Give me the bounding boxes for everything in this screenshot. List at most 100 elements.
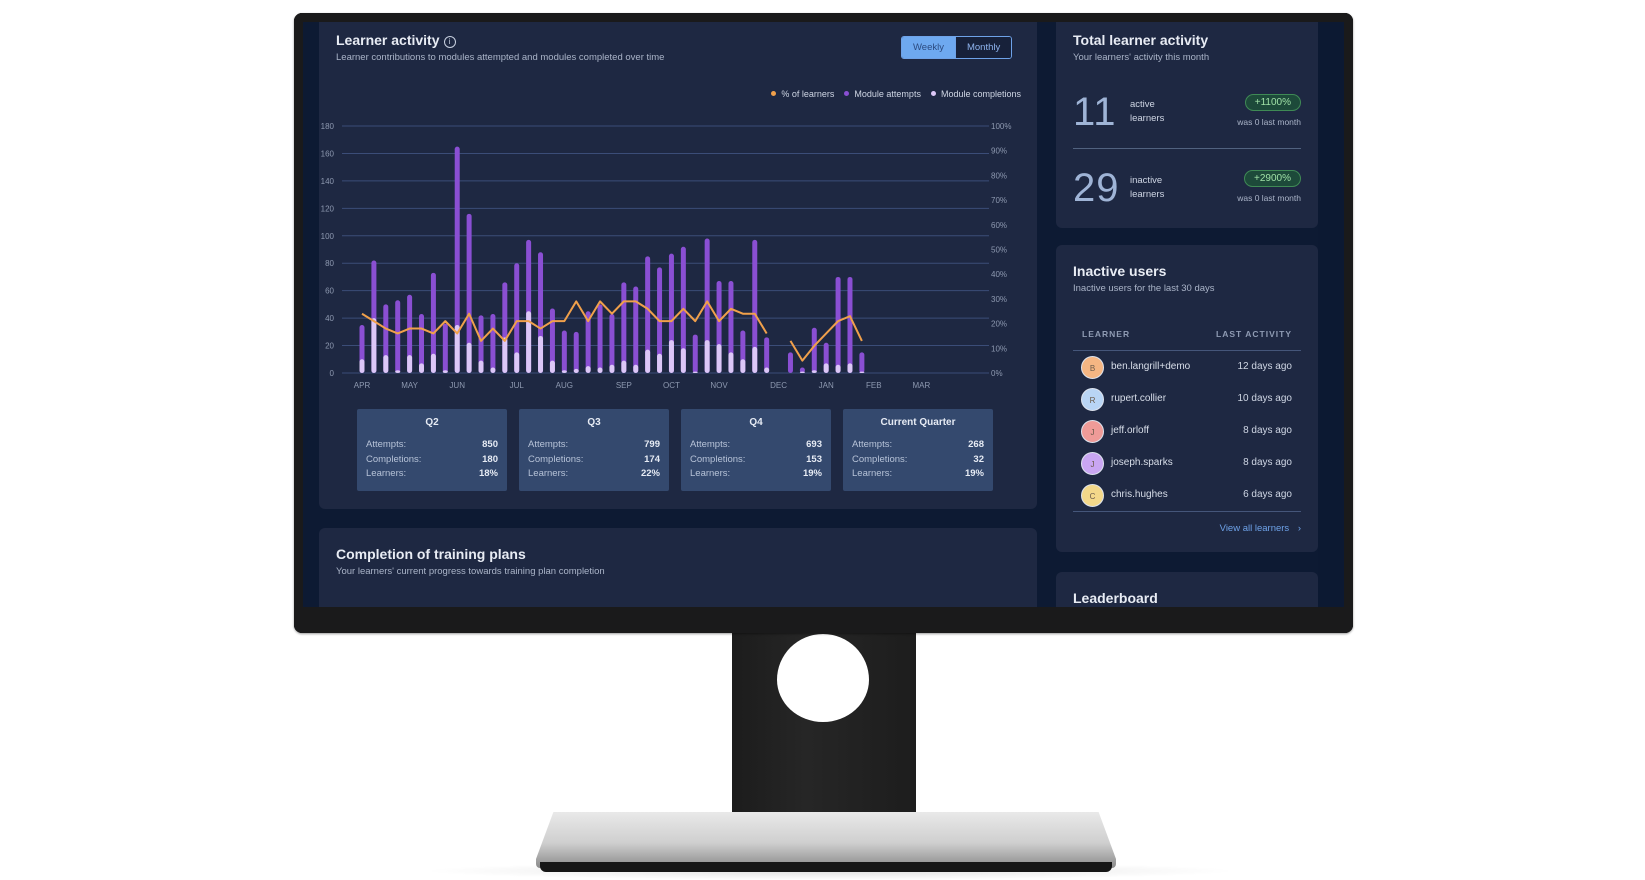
training-plan-completion-card: Completion of training plans Your learne… — [319, 528, 1037, 618]
table-footer-divider — [1073, 511, 1301, 512]
inactive-change-badge: +2900% — [1244, 170, 1301, 187]
completions-bar — [645, 349, 651, 373]
inactive-users-title: Inactive users — [1073, 263, 1167, 279]
monitor-bottom-bezel — [294, 607, 1353, 633]
attempts-row: Attempts: 799 — [519, 438, 669, 453]
monitor-left-bezel — [294, 13, 303, 633]
learner-name[interactable]: chris.hughes — [1111, 489, 1168, 500]
learners-value: 19% — [802, 468, 822, 479]
completions-row: Completions: 32 — [843, 453, 993, 468]
learners-row: Learners: 22% — [519, 467, 669, 482]
completions-value: 32 — [973, 453, 984, 465]
learners-label: Learners: — [852, 468, 893, 479]
attempts-bar — [561, 330, 567, 373]
completions-bar — [668, 340, 674, 373]
completions-bar — [466, 342, 472, 373]
completions-bar — [823, 363, 829, 373]
active-learners-stat: 11 active learners +1100% was 0 last mont… — [1073, 90, 1301, 140]
y2-tick-label: 70% — [991, 196, 1007, 205]
learner-name[interactable]: rupert.collier — [1111, 393, 1166, 404]
monitor-stand-base — [536, 812, 1116, 868]
attempts-value: 799 — [644, 439, 660, 450]
attempts-bar — [633, 286, 639, 373]
attempts-label: Attempts: — [366, 439, 407, 450]
attempts-bar — [621, 282, 627, 373]
x-tick-label: NOV — [710, 381, 728, 390]
y-tick-label: 80 — [325, 259, 334, 268]
x-tick-label: OCT — [663, 381, 680, 390]
table-row[interactable]: J joseph.sparks 8 days ago — [1073, 449, 1301, 479]
completions-bar — [811, 370, 817, 373]
completions-bar — [359, 359, 365, 373]
learners-row: Learners: 19% — [843, 467, 993, 482]
active-learners-label: active learners — [1130, 98, 1190, 126]
quarter-summary-current: Current Quarter Attempts: 268 Completions… — [843, 409, 993, 491]
x-tick-label: JUL — [510, 381, 525, 390]
completions-bar — [383, 355, 389, 373]
x-tick-label: APR — [354, 381, 371, 390]
attempts-bar — [597, 304, 603, 373]
completions-bar — [692, 371, 698, 373]
y-tick-label: 100 — [321, 232, 335, 241]
x-tick-label: DEC — [770, 381, 787, 390]
stat-label-line1: active — [1130, 99, 1155, 110]
inactive-users-subtitle: Inactive users for the last 30 days — [1073, 283, 1215, 294]
total-activity-title: Total learner activity — [1073, 32, 1209, 48]
x-tick-label: SEP — [616, 381, 632, 390]
table-row[interactable]: J jeff.orloff 8 days ago — [1073, 417, 1301, 447]
table-row[interactable]: B ben.langrill+demo 12 days ago — [1073, 353, 1301, 383]
x-tick-label: AUG — [556, 381, 573, 390]
avatar: C — [1081, 484, 1104, 507]
quarter-title: Q2 — [425, 417, 439, 428]
attempts-bar — [847, 276, 853, 373]
table-row[interactable]: R rupert.collier 10 days ago — [1073, 385, 1301, 415]
completions-row: Completions: 180 — [357, 453, 507, 468]
learners-label: Learners: — [690, 468, 731, 479]
last-activity: 8 days ago — [1243, 457, 1292, 468]
learner-activity-chart: 0 20 40 60 80 100 120 140 160 180 0% 10% 20% 30% 40% 50… — [321, 122, 1012, 390]
learner-name[interactable]: ben.langrill+demo — [1111, 361, 1190, 372]
completions-bar — [395, 370, 401, 373]
learner-name[interactable]: joseph.sparks — [1111, 457, 1173, 468]
completions-row: Completions: 174 — [519, 453, 669, 468]
table-row[interactable]: C chris.hughes 6 days ago — [1073, 481, 1301, 511]
y-tick-label: 140 — [321, 177, 335, 186]
learner-name[interactable]: jeff.orloff — [1111, 425, 1149, 436]
completions-bar — [621, 360, 627, 373]
completions-bar — [728, 352, 734, 373]
completion-subtitle: Your learners' current progress towards … — [336, 566, 605, 577]
learners-label: Learners: — [528, 468, 569, 479]
learners-row: Learners: 19% — [681, 467, 831, 482]
total-learner-activity-card: Total learner activity Your learners' ac… — [1056, 22, 1318, 228]
completions-label: Completions: — [690, 453, 746, 465]
quarter-title: Current Quarter — [880, 417, 956, 428]
quarter-summary-q2: Q2 Attempts: 850 Completions: 180 Learners… — [357, 409, 507, 491]
completions-label: Completions: — [366, 453, 422, 465]
completions-bar — [561, 370, 567, 373]
learners-value: 22% — [640, 468, 660, 479]
y2-tick-label: 80% — [991, 171, 1007, 180]
completions-label: Completions: — [852, 453, 908, 465]
view-all-learners-link[interactable]: View all learners › — [1220, 523, 1301, 534]
attempts-bar — [573, 331, 579, 373]
learners-value: 18% — [478, 468, 498, 479]
y2-tick-label: 100% — [991, 122, 1011, 131]
completions-bar — [573, 368, 579, 373]
completions-value: 174 — [644, 453, 660, 465]
attempts-bar — [787, 352, 793, 373]
attempts-bar — [811, 327, 817, 373]
column-header-last-activity[interactable]: LAST ACTIVITY — [1216, 329, 1292, 339]
attempts-row: Attempts: 850 — [357, 438, 507, 453]
last-activity: 10 days ago — [1237, 393, 1293, 404]
completions-bar — [478, 360, 484, 373]
y2-tick-label: 30% — [991, 295, 1007, 304]
inactive-previous-note: was 0 last month — [1237, 193, 1301, 203]
completions-bar — [657, 353, 663, 373]
attempts-row: Attempts: 268 — [843, 438, 993, 453]
y2-tick-label: 10% — [991, 344, 1007, 353]
completions-bar — [633, 364, 639, 373]
completions-bar — [752, 346, 758, 373]
completions-value: 153 — [806, 453, 822, 465]
completions-bar — [419, 363, 425, 373]
column-header-learner[interactable]: LEARNER — [1082, 329, 1130, 339]
